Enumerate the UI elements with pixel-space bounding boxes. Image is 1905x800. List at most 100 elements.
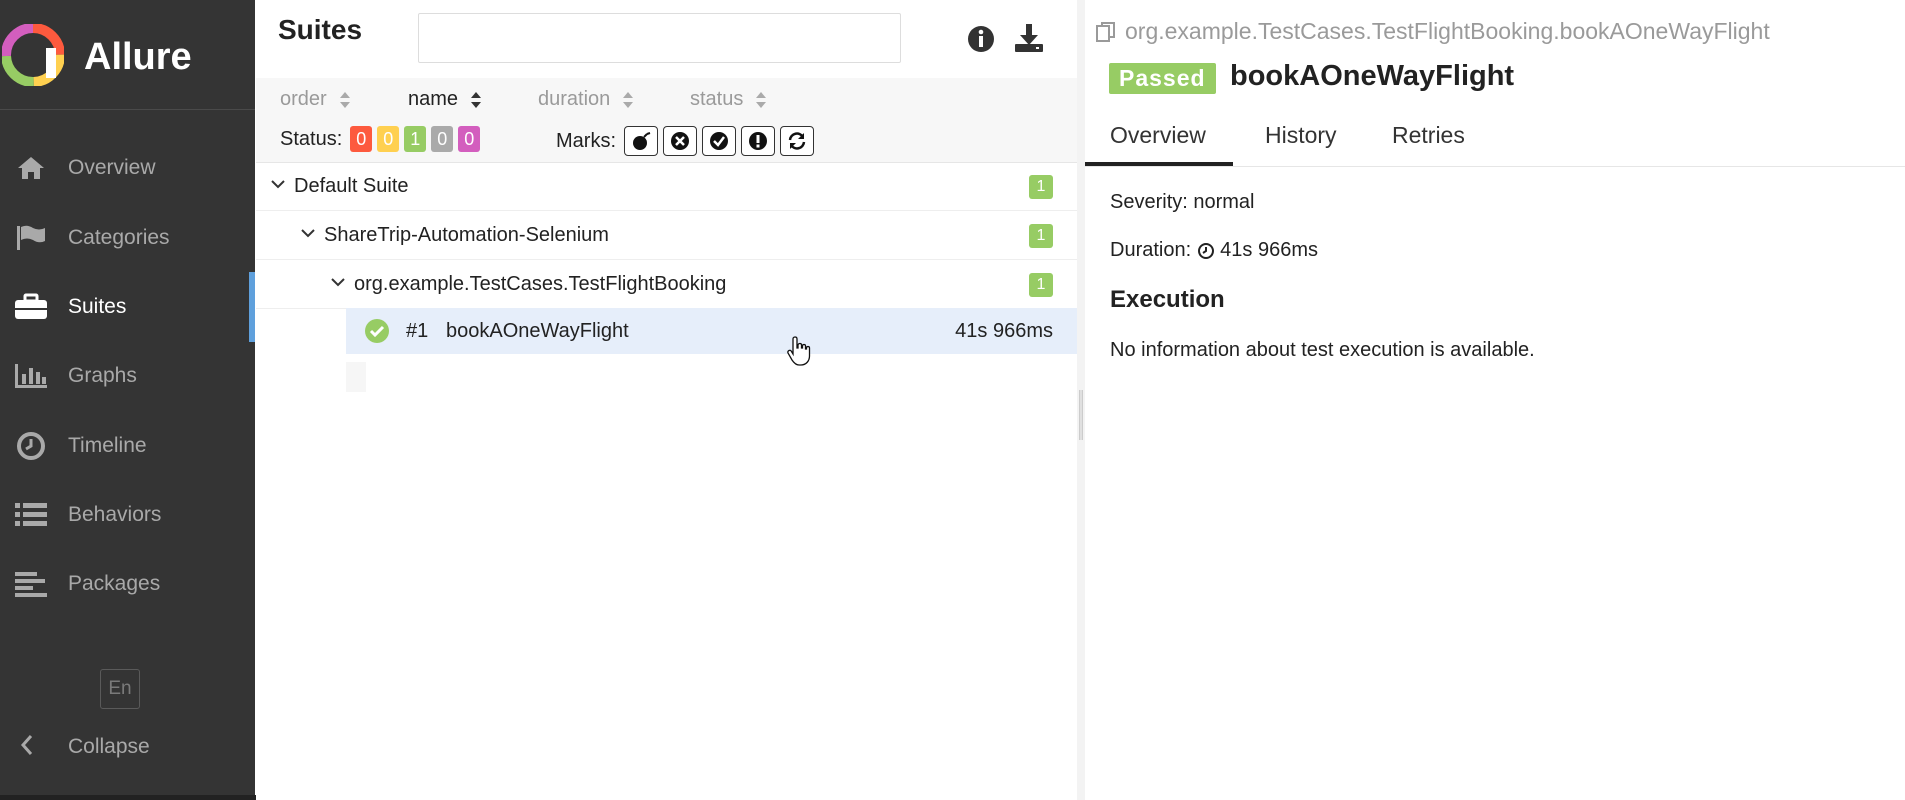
check-circle-icon	[710, 132, 728, 150]
sort-duration-label: duration	[538, 88, 611, 110]
passed-check-icon	[365, 319, 389, 343]
project-passed-count: 1	[1029, 224, 1053, 248]
collapse-button[interactable]: Collapse	[0, 726, 255, 766]
language-button[interactable]: En	[100, 669, 140, 709]
mark-new-broken-button[interactable]	[741, 126, 775, 156]
sort-name[interactable]: name	[408, 88, 482, 111]
test-path-text: org.example.TestCases.TestFlightBooking.…	[1125, 18, 1770, 44]
sort-name-label: name	[408, 88, 459, 110]
test-full-path: org.example.TestCases.TestFlightBooking.…	[1095, 18, 1770, 45]
app-logo[interactable]: Allure	[0, 24, 255, 90]
sidebar-item-label: Categories	[68, 226, 170, 249]
tab-overview[interactable]: Overview	[1110, 122, 1206, 149]
drag-handle-icon	[1079, 390, 1083, 440]
mark-new-passed-button[interactable]	[702, 126, 736, 156]
tab-history[interactable]: History	[1265, 122, 1337, 149]
flag-icon	[14, 223, 48, 253]
sidebar-item-timeline[interactable]: Timeline	[0, 416, 255, 476]
sort-order-label: order	[280, 88, 327, 110]
active-tab-underline	[1085, 162, 1233, 166]
sidebar-item-overview[interactable]: Overview	[0, 138, 255, 198]
sidebar-item-label: Behaviors	[68, 503, 162, 526]
sidebar-item-suites[interactable]: Suites	[0, 277, 255, 337]
chevron-down-icon	[331, 278, 345, 287]
exclamation-circle-icon	[749, 132, 767, 150]
chevron-down-icon	[301, 229, 315, 238]
sidebar-item-label: Overview	[68, 156, 156, 179]
align-left-icon	[14, 569, 48, 599]
status-failed-count[interactable]: 0	[350, 126, 373, 152]
status-label: Status:	[280, 127, 343, 150]
test-name: bookAOneWayFlight	[446, 320, 629, 342]
collapse-label: Collapse	[68, 735, 150, 758]
execution-heading: Execution	[1110, 286, 1225, 313]
mark-retries-button[interactable]	[780, 126, 814, 156]
download-icon[interactable]	[1012, 22, 1046, 54]
sort-icon	[756, 91, 767, 108]
details-tabs: Overview History Retries	[1085, 112, 1905, 167]
status-skipped-count[interactable]: 0	[431, 126, 454, 152]
suite-passed-count: 1	[1029, 175, 1053, 199]
times-circle-icon	[671, 132, 689, 150]
execution-text: No information about test execution is a…	[1110, 339, 1535, 361]
sidebar-item-graphs[interactable]: Graphs	[0, 346, 255, 406]
duration-value: 41s 966ms	[1220, 239, 1318, 261]
briefcase-icon	[14, 292, 48, 322]
status-broken-count[interactable]: 0	[377, 126, 400, 152]
info-icon[interactable]	[966, 24, 996, 54]
clock-icon	[1198, 242, 1215, 259]
allure-logo-icon	[2, 24, 64, 86]
chevron-down-icon	[271, 180, 285, 189]
severity-text: Severity: normal	[1110, 191, 1255, 213]
suite-name: Default Suite	[294, 175, 409, 197]
active-indicator	[249, 272, 255, 342]
test-case-row[interactable]: #1 bookAOneWayFlight 41s 966ms	[346, 308, 1077, 354]
test-duration: 41s 966ms	[955, 320, 1053, 342]
copy-icon[interactable]	[1095, 21, 1117, 43]
mark-new-failed-button[interactable]	[663, 126, 697, 156]
sidebar-item-label: Suites	[68, 295, 127, 318]
class-passed-count: 1	[1029, 273, 1053, 297]
refresh-icon	[788, 132, 806, 150]
suites-panel: Suites order name duration status Status…	[256, 0, 1077, 800]
mark-flaky-button[interactable]	[624, 126, 658, 156]
clock-icon	[14, 431, 48, 461]
sidebar-item-packages[interactable]: Packages	[0, 554, 255, 614]
status-passed-count[interactable]: 1	[404, 126, 427, 152]
app-name: Allure	[84, 36, 192, 78]
sort-order[interactable]: order	[280, 88, 351, 111]
tab-retries[interactable]: Retries	[1392, 122, 1465, 149]
sort-icon	[471, 91, 482, 108]
sidebar-divider	[0, 109, 255, 110]
list-icon	[14, 500, 48, 530]
test-title: bookAOneWayFlight	[1230, 60, 1515, 92]
sort-duration[interactable]: duration	[538, 88, 634, 111]
sort-status[interactable]: status	[690, 88, 767, 111]
status-filter: Status: 0 0 1 0 0	[280, 126, 481, 152]
sidebar: Allure Overview Categories Suites Graphs…	[0, 0, 255, 800]
test-number: #1	[406, 320, 429, 342]
status-badge: Passed	[1109, 63, 1216, 94]
bomb-icon	[633, 132, 651, 150]
sidebar-item-behaviors[interactable]: Behaviors	[0, 485, 255, 545]
marks-filter: Marks:	[556, 126, 814, 156]
tree-project-row[interactable]: ShareTrip-Automation-Selenium 1	[256, 211, 1077, 260]
tree-suite-row[interactable]: Default Suite 1	[256, 162, 1077, 211]
test-details-panel: org.example.TestCases.TestFlightBooking.…	[1085, 0, 1905, 800]
sort-status-label: status	[690, 88, 744, 110]
sort-icon	[623, 91, 634, 108]
chevron-left-icon	[20, 734, 34, 762]
home-icon	[14, 153, 48, 183]
sidebar-item-label: Timeline	[68, 434, 147, 457]
sidebar-item-label: Graphs	[68, 364, 137, 387]
sidebar-item-label: Packages	[68, 572, 161, 595]
duration-label: Duration:	[1110, 239, 1192, 261]
page-title: Suites	[278, 14, 363, 45]
hand-cursor-icon	[787, 336, 811, 366]
tree-class-row[interactable]: org.example.TestCases.TestFlightBooking …	[256, 260, 1077, 309]
status-unknown-count[interactable]: 0	[458, 126, 481, 152]
search-input[interactable]	[418, 13, 901, 63]
duration-row: Duration: 41s 966ms	[1110, 239, 1318, 262]
sort-and-filter-bar: order name duration status Status: 0 0 1…	[256, 78, 1077, 163]
sidebar-item-categories[interactable]: Categories	[0, 208, 255, 268]
